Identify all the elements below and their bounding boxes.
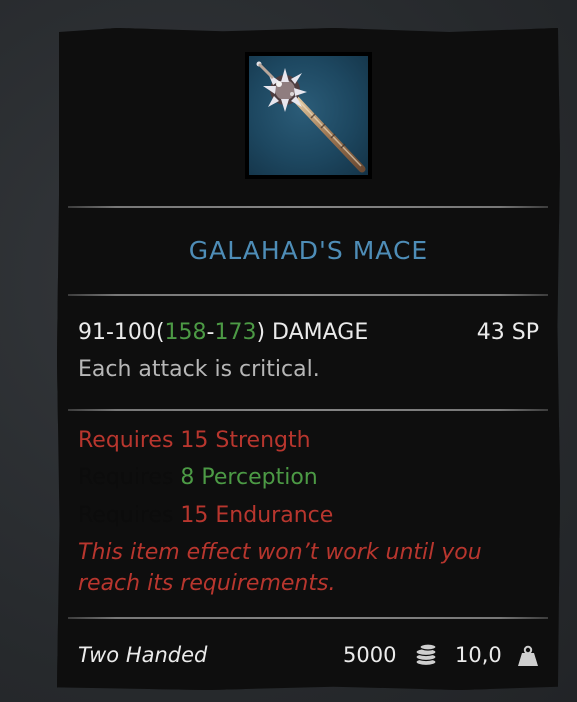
damage-open-paren: ( xyxy=(155,320,165,345)
divider-footer xyxy=(68,617,548,619)
item-effect: Each attack is critical. xyxy=(78,357,320,382)
requirement-warning-line1: This item effect won’t work until you xyxy=(78,540,482,565)
requirement-value: 8 Perception xyxy=(180,465,318,490)
sp-cost: 43 SP xyxy=(476,320,539,345)
divider-top xyxy=(68,206,548,208)
requirement-endurance: Requires 15 Endurance xyxy=(78,503,333,528)
handedness: Two Handed xyxy=(78,643,208,667)
item-weight: 10,0 xyxy=(455,643,502,667)
requirement-prefix: Requires xyxy=(78,465,174,490)
damage-mod-min: 158 xyxy=(164,320,207,345)
damage-suffix: ) DAMAGE xyxy=(256,320,369,345)
damage-mod-max: 173 xyxy=(214,320,257,345)
coins-icon xyxy=(414,641,438,667)
requirement-prefix: Requires xyxy=(78,428,174,453)
item-name: GALAHAD'S MACE xyxy=(188,236,429,265)
item-icon-frame xyxy=(245,52,372,179)
damage-base: 91-100 xyxy=(78,320,156,345)
requirement-value: 15 Endurance xyxy=(180,503,334,528)
damage-line: 91-100(158-173) DAMAGE xyxy=(78,320,368,345)
requirement-warning-line2: reach its requirements. xyxy=(78,571,336,596)
weight-icon xyxy=(517,645,539,667)
requirement-value: 15 Strength xyxy=(180,428,311,453)
requirement-prefix: Requires xyxy=(78,503,174,528)
item-value: 5000 xyxy=(343,643,397,667)
requirement-perception: Requires 8 Perception xyxy=(78,465,318,490)
divider-requirements xyxy=(68,409,548,411)
divider-stats xyxy=(68,294,548,296)
mace-icon xyxy=(249,56,368,175)
requirement-strength: Requires 15 Strength xyxy=(78,428,311,453)
